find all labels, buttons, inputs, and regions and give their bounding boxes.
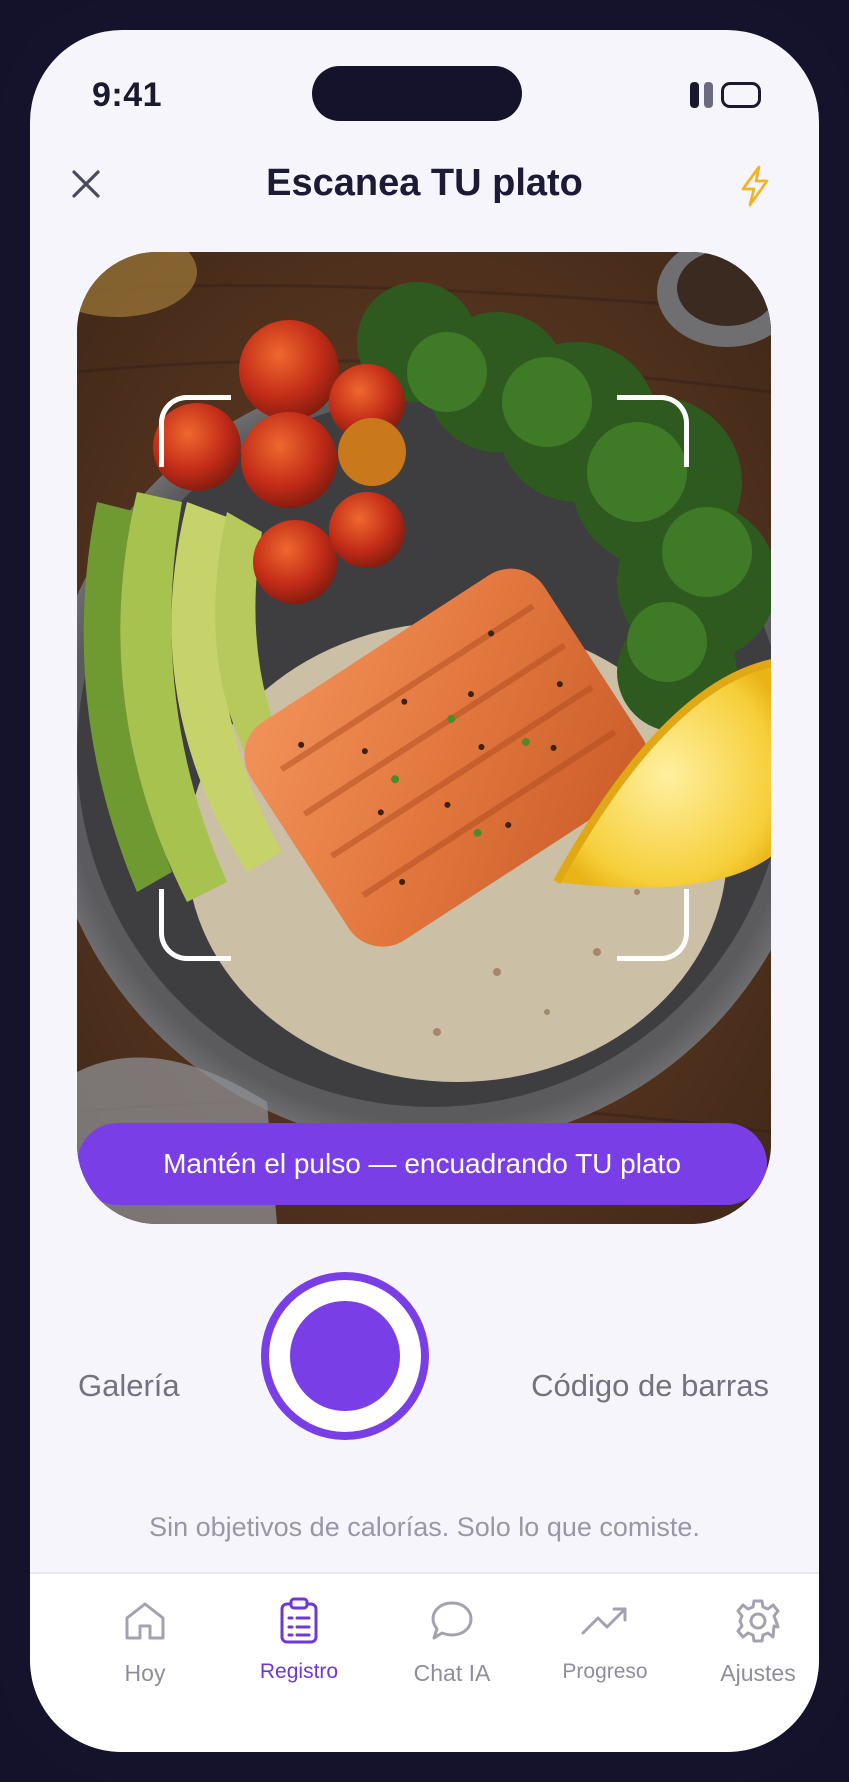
tab-label: Progreso <box>562 1660 648 1683</box>
gallery-button[interactable]: Galería <box>78 1368 180 1404</box>
gear-icon <box>736 1599 780 1643</box>
tagline: Sin objetivos de calorías. Solo lo que c… <box>149 1512 700 1542</box>
dynamic-island <box>312 66 522 121</box>
clipboard-icon <box>280 1597 318 1644</box>
frame-corner-top-right <box>617 395 689 467</box>
tab-ajustes[interactable]: Ajustes <box>683 1596 819 1706</box>
frame-corner-top-left <box>159 395 231 467</box>
shutter-button[interactable] <box>261 1272 429 1440</box>
tab-progreso[interactable]: Progreso <box>530 1596 680 1706</box>
tab-registro[interactable]: Registro <box>224 1596 374 1706</box>
home-icon <box>125 1602 165 1640</box>
camera-viewfinder[interactable]: Mantén el pulso — encuadrando TU plato <box>77 252 771 1224</box>
phone-frame: 9:41 Escanea TU plato Mantén el pulso — … <box>0 0 849 1782</box>
frame-corner-bottom-right <box>617 889 689 961</box>
battery-icon <box>721 82 761 108</box>
tab-label: Chat IA <box>413 1660 491 1686</box>
tab-label: Hoy <box>124 1660 166 1686</box>
screen: 9:41 Escanea TU plato Mantén el pulso — … <box>30 30 819 1752</box>
flash-button[interactable] <box>735 164 775 208</box>
tab-chat-ia[interactable]: Chat IA <box>377 1596 527 1706</box>
barcode-button[interactable]: Código de barras <box>531 1368 769 1404</box>
frame-corner-bottom-left <box>159 889 231 961</box>
page-title: Escanea TU plato <box>266 162 583 204</box>
status-time: 9:41 <box>92 76 163 114</box>
tab-bar: Hoy Registro Chat IA Progreso Ajustes <box>30 1572 819 1752</box>
tab-label: Ajustes <box>720 1660 796 1686</box>
trend-up-icon <box>581 1607 627 1635</box>
status-indicators <box>690 80 761 110</box>
chat-bubble-icon <box>431 1601 473 1640</box>
tab-hoy[interactable]: Hoy <box>70 1596 220 1706</box>
scan-status-banner: Mantén el pulso — encuadrando TU plato <box>77 1123 767 1205</box>
tab-label: Registro <box>259 1660 339 1683</box>
flash-icon <box>741 165 769 207</box>
shutter-core <box>290 1301 400 1411</box>
signal-icon <box>690 82 713 108</box>
